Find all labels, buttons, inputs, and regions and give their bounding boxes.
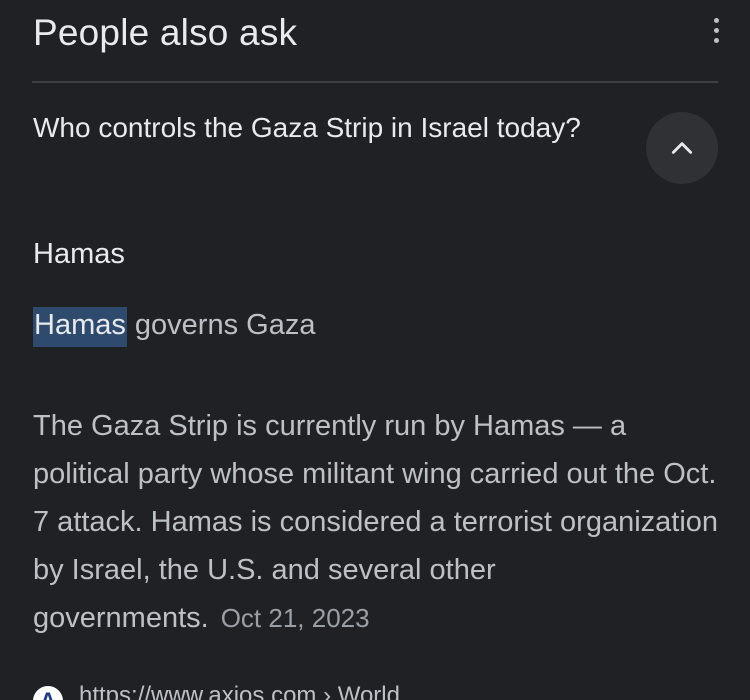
answer-title: Hamas (33, 238, 125, 270)
section-title: People also ask (33, 12, 298, 53)
answer-highlight: Hamas (33, 307, 127, 347)
chevron-up-icon (671, 142, 693, 154)
source-link[interactable]: A https://www.axios.com › World (33, 678, 400, 700)
axios-favicon-icon: A (33, 686, 63, 700)
question-text[interactable]: Who controls the Gaza Strip in Israel to… (33, 108, 603, 148)
collapse-button[interactable] (646, 112, 718, 184)
section-header: People also ask (32, 10, 719, 82)
snippet-text: The Gaza Strip is currently run by Hamas… (33, 410, 719, 634)
answer-snippet: The Gaza Strip is currently run by Hamas… (33, 402, 723, 642)
more-options-icon[interactable] (706, 14, 726, 46)
answer-subtitle-rest: governs Gaza (126, 309, 316, 341)
more-dot (713, 37, 719, 43)
more-dot (713, 17, 719, 23)
answer-subtitle: Hamas governs Gaza (33, 307, 316, 347)
source-url[interactable]: https://www.axios.com › World (79, 682, 400, 700)
people-also-ask-panel: People also ask Who controls the Gaza St… (0, 0, 750, 700)
more-dot (713, 27, 719, 33)
snippet-date: Oct 21, 2023 (220, 603, 370, 633)
header-divider (32, 81, 718, 83)
